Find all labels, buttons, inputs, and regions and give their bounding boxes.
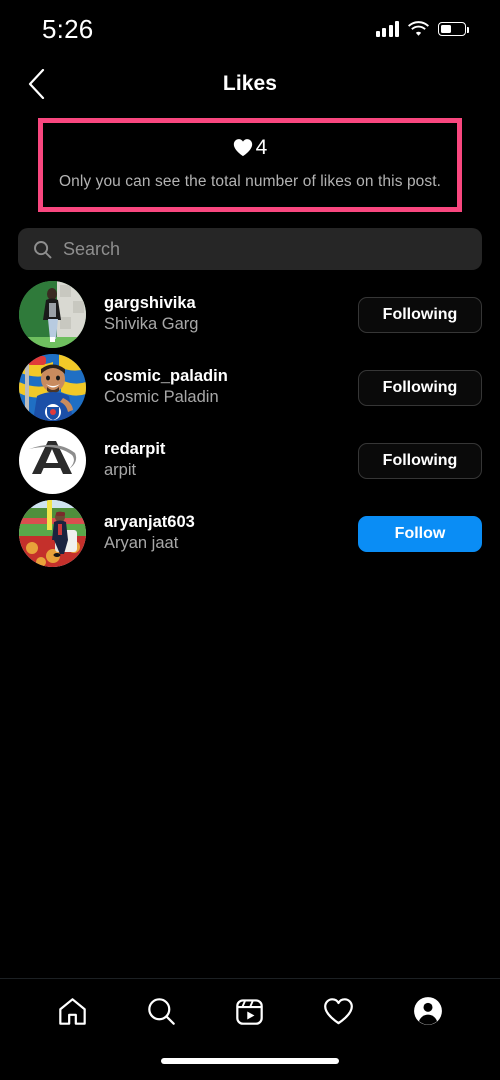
full-name: arpit xyxy=(104,461,137,480)
search-container: Search xyxy=(0,212,500,270)
instagram-likes-screen: 5:26 Likes 4 Only you can see the total … xyxy=(0,0,500,1080)
user-names: cosmic_paladin Cosmic Paladin xyxy=(104,366,358,409)
cellular-signal-icon xyxy=(375,21,399,37)
status-bar-icons xyxy=(375,21,469,37)
likes-summary-highlight-box: 4 Only you can see the total number of l… xyxy=(38,118,462,212)
heart-filled-icon xyxy=(233,139,252,157)
user-names: aryanjat603 Aryan jaat xyxy=(104,512,358,555)
back-button[interactable] xyxy=(14,58,58,110)
tab-home[interactable] xyxy=(28,979,117,1043)
wifi-icon xyxy=(408,21,429,37)
full-name: Cosmic Paladin xyxy=(104,388,219,407)
bottom-tab-bar xyxy=(0,978,500,1080)
tab-reels[interactable] xyxy=(206,979,295,1043)
list-item[interactable]: cosmic_paladin Cosmic Paladin Following xyxy=(0,351,500,424)
page-title: Likes xyxy=(222,72,278,95)
profile-avatar-icon xyxy=(413,997,442,1025)
tab-search[interactable] xyxy=(117,979,206,1043)
following-button[interactable]: Following xyxy=(358,296,482,333)
navigation-bar: Likes xyxy=(0,58,500,110)
avatar-gargshivika[interactable] xyxy=(19,281,86,348)
tab-profile[interactable] xyxy=(383,979,472,1043)
list-item[interactable]: redarpit arpit Following xyxy=(0,424,500,497)
heart-outline-icon xyxy=(324,997,354,1024)
battery-icon xyxy=(438,22,469,36)
status-bar: 5:26 xyxy=(0,0,500,58)
status-bar-clock: 5:26 xyxy=(42,13,94,44)
username: gargshivika xyxy=(104,294,196,313)
full-name: Shivika Garg xyxy=(104,315,199,334)
like-count-row: 4 xyxy=(53,137,447,158)
search-icon xyxy=(34,240,52,258)
search-icon xyxy=(147,997,175,1025)
search-placeholder: Search xyxy=(63,238,121,259)
back-chevron-icon xyxy=(28,69,44,99)
user-names: gargshivika Shivika Garg xyxy=(104,293,358,336)
avatar-aryanjat603[interactable] xyxy=(19,500,86,567)
home-indicator xyxy=(161,1058,339,1064)
likes-privacy-note: Only you can see the total number of lik… xyxy=(58,173,442,190)
avatar-redarpit[interactable] xyxy=(19,427,86,494)
home-icon xyxy=(59,997,86,1025)
avatar-cosmic-paladin[interactable] xyxy=(19,354,86,421)
username: cosmic_paladin xyxy=(104,367,228,386)
reels-icon xyxy=(236,998,264,1025)
list-item[interactable]: aryanjat603 Aryan jaat Follow xyxy=(0,497,500,570)
search-input[interactable]: Search xyxy=(18,228,482,270)
following-button[interactable]: Following xyxy=(358,369,482,406)
like-count: 4 xyxy=(255,136,268,159)
tab-activity[interactable] xyxy=(294,979,383,1043)
following-button[interactable]: Following xyxy=(358,442,482,479)
user-names: redarpit arpit xyxy=(104,439,358,482)
full-name: Aryan jaat xyxy=(104,534,179,553)
likes-user-list: gargshivika Shivika Garg Following cosmi… xyxy=(0,278,500,570)
follow-button[interactable]: Follow xyxy=(358,515,482,552)
list-item[interactable]: gargshivika Shivika Garg Following xyxy=(0,278,500,351)
username: redarpit xyxy=(104,440,166,459)
username: aryanjat603 xyxy=(104,513,195,532)
